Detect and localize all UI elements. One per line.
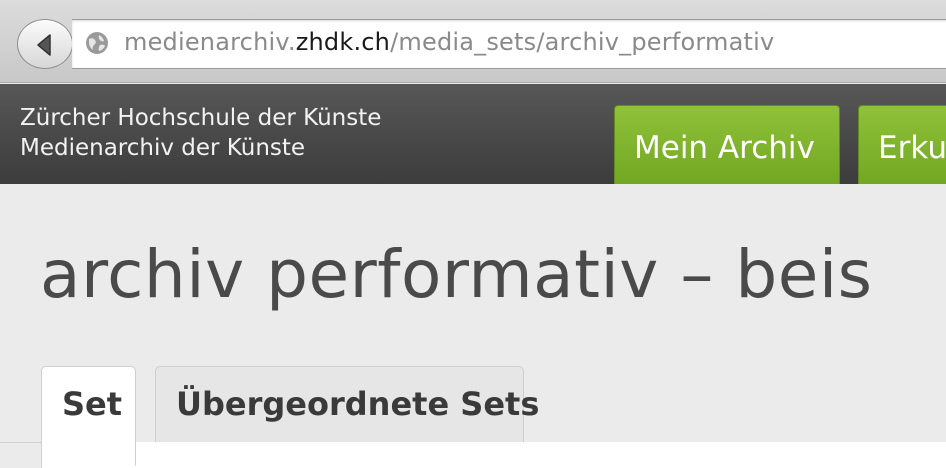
globe-icon — [86, 32, 108, 54]
url-host: zhdk.ch — [295, 28, 391, 56]
site-header: Zürcher Hochschule der Künste Medienarch… — [0, 84, 946, 184]
back-arrow-icon — [37, 34, 51, 56]
url-path: /media_sets/archiv_performativ — [390, 28, 775, 56]
browser-toolbar: medienarchiv.zhdk.ch/media_sets/archiv_p… — [0, 0, 946, 83]
institution-line1: Zürcher Hochschule der Künste — [20, 105, 382, 131]
tab-set[interactable]: Set — [41, 366, 136, 466]
nav-tab-erkunden[interactable]: Erku — [858, 105, 946, 184]
nav-tab-mein-archiv[interactable]: Mein Archiv — [614, 105, 840, 184]
tab-parent-sets[interactable]: Übergeordnete Sets — [155, 366, 539, 443]
institution-line2: Medienarchiv der Künste — [20, 135, 306, 161]
url-text: medienarchiv.zhdk.ch/media_sets/archiv_p… — [124, 28, 774, 56]
main-content: archiv performativ – beis Set Übergeordn… — [0, 184, 946, 468]
address-bar[interactable]: medienarchiv.zhdk.ch/media_sets/archiv_p… — [72, 19, 946, 69]
url-prefix: medienarchiv. — [124, 28, 296, 56]
page-title: archiv performativ – beis — [40, 236, 873, 313]
back-button[interactable] — [17, 19, 73, 69]
institution-name[interactable]: Zürcher Hochschule der Künste Medienarch… — [20, 103, 381, 163]
tab-panel — [41, 442, 946, 468]
